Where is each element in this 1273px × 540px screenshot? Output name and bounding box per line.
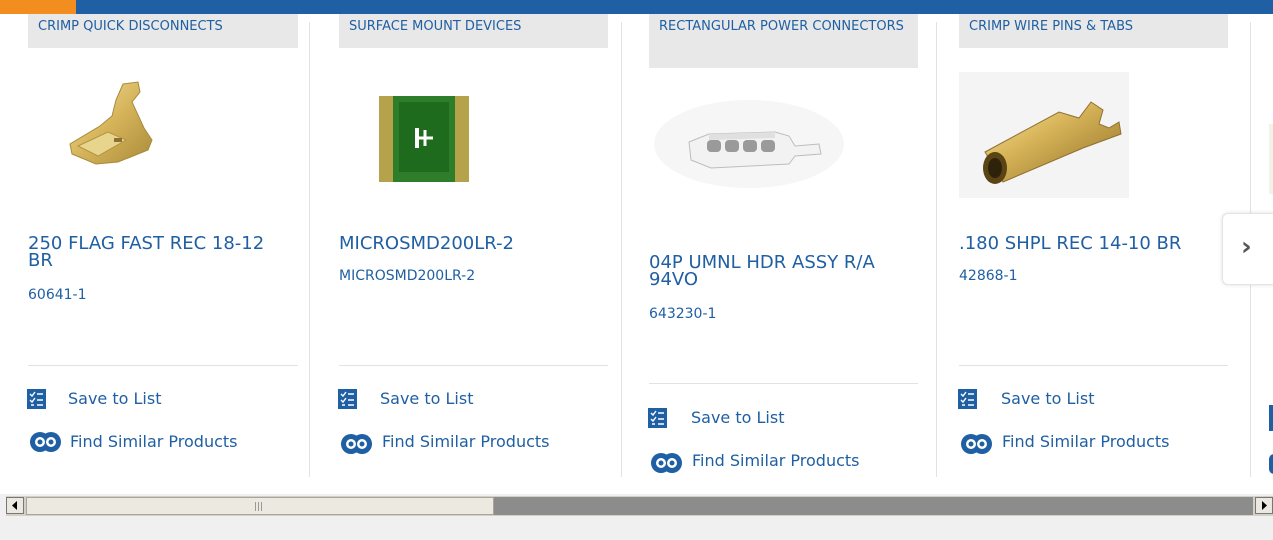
similar-products-icon xyxy=(27,430,71,461)
flag-terminal-product-image[interactable] xyxy=(28,80,228,210)
scrollbar-thumb[interactable] xyxy=(26,497,494,515)
card-divider xyxy=(28,365,298,366)
save-to-list-button[interactable]: Save to List xyxy=(338,387,538,411)
save-to-list-button[interactable]: Save to List xyxy=(27,387,227,411)
part-number-link[interactable]: MICROSMD200LR-2 xyxy=(339,268,475,284)
product-title-link[interactable]: .180 SHPL REC 14-10 BR xyxy=(959,235,1219,253)
part-number-link[interactable]: 60641-1 xyxy=(28,287,87,303)
find-similar-products-button[interactable]: Find Similar Products xyxy=(338,430,568,454)
find-similar-products-button[interactable]: Find Similar Products xyxy=(648,449,888,473)
checklist-icon xyxy=(958,389,977,416)
product-carousel: CRIMP QUICK DISCONNECTS 250 FLAG FAST RE… xyxy=(0,0,1273,494)
card-divider xyxy=(339,365,608,366)
chevron-right-icon: › xyxy=(1241,232,1252,262)
product-card: CRIMP WIRE PINS & TABS .180 SHPL REC 14-… xyxy=(931,14,1251,494)
category-label[interactable]: RECTANGULAR POWER CONNECTORS xyxy=(649,14,918,68)
arrow-right-icon xyxy=(1262,501,1267,510)
carousel-top-bar xyxy=(0,0,1273,14)
category-label[interactable]: SURFACE MOUNT DEVICES xyxy=(339,14,608,48)
save-to-list-button[interactable]: Save to List xyxy=(958,387,1158,411)
crimp-pin-product-image[interactable] xyxy=(959,72,1159,198)
part-number-link[interactable]: 42868-1 xyxy=(959,268,1018,284)
find-similar-products-button[interactable]: Find Similar Products xyxy=(958,430,1188,454)
find-similar-products-button[interactable]: Find Similar Products xyxy=(27,430,257,454)
part-number-link[interactable]: 643230-1 xyxy=(649,306,716,322)
card-divider xyxy=(649,383,918,384)
product-title-link[interactable]: 250 FLAG FAST REC 18-12 BR xyxy=(28,235,288,270)
horizontal-scrollbar[interactable] xyxy=(6,496,1273,516)
scrollbar-grip xyxy=(253,502,265,511)
similar-products-icon xyxy=(648,451,692,482)
top-bar-blue xyxy=(0,0,1273,14)
product-title-link[interactable]: MICROSMD200LR-2 xyxy=(339,235,599,253)
checklist-icon xyxy=(338,389,357,416)
card-separator xyxy=(309,22,310,477)
smd-fuse-product-image[interactable] xyxy=(339,80,539,210)
product-card: CRIMP QUICK DISCONNECTS 250 FLAG FAST RE… xyxy=(0,14,310,494)
checklist-icon xyxy=(27,389,46,416)
product-title-link[interactable]: 04P UMNL HDR ASSY R/A 94VO xyxy=(649,254,919,289)
scroll-left-button[interactable] xyxy=(6,497,24,514)
arrow-left-icon xyxy=(12,501,17,510)
save-to-list-button[interactable]: Save to List xyxy=(648,406,848,430)
product-card: SURFACE MOUNT DEVICES MICROSMD200LR-2 MI… xyxy=(311,14,622,494)
similar-products-icon xyxy=(958,432,1002,463)
card-divider xyxy=(959,365,1228,366)
checklist-icon xyxy=(648,408,667,435)
scroll-right-button[interactable] xyxy=(1255,497,1273,514)
similar-products-icon xyxy=(338,432,382,463)
header-connector-product-image[interactable] xyxy=(649,84,849,204)
product-card: RECTANGULAR POWER CONNECTORS 04P UMNL HD… xyxy=(621,14,937,494)
carousel-next-button[interactable]: › xyxy=(1222,213,1273,285)
category-label[interactable]: CRIMP WIRE PINS & TABS xyxy=(959,14,1228,48)
top-bar-orange-accent xyxy=(0,0,76,14)
category-label[interactable]: CRIMP QUICK DISCONNECTS xyxy=(28,14,298,48)
